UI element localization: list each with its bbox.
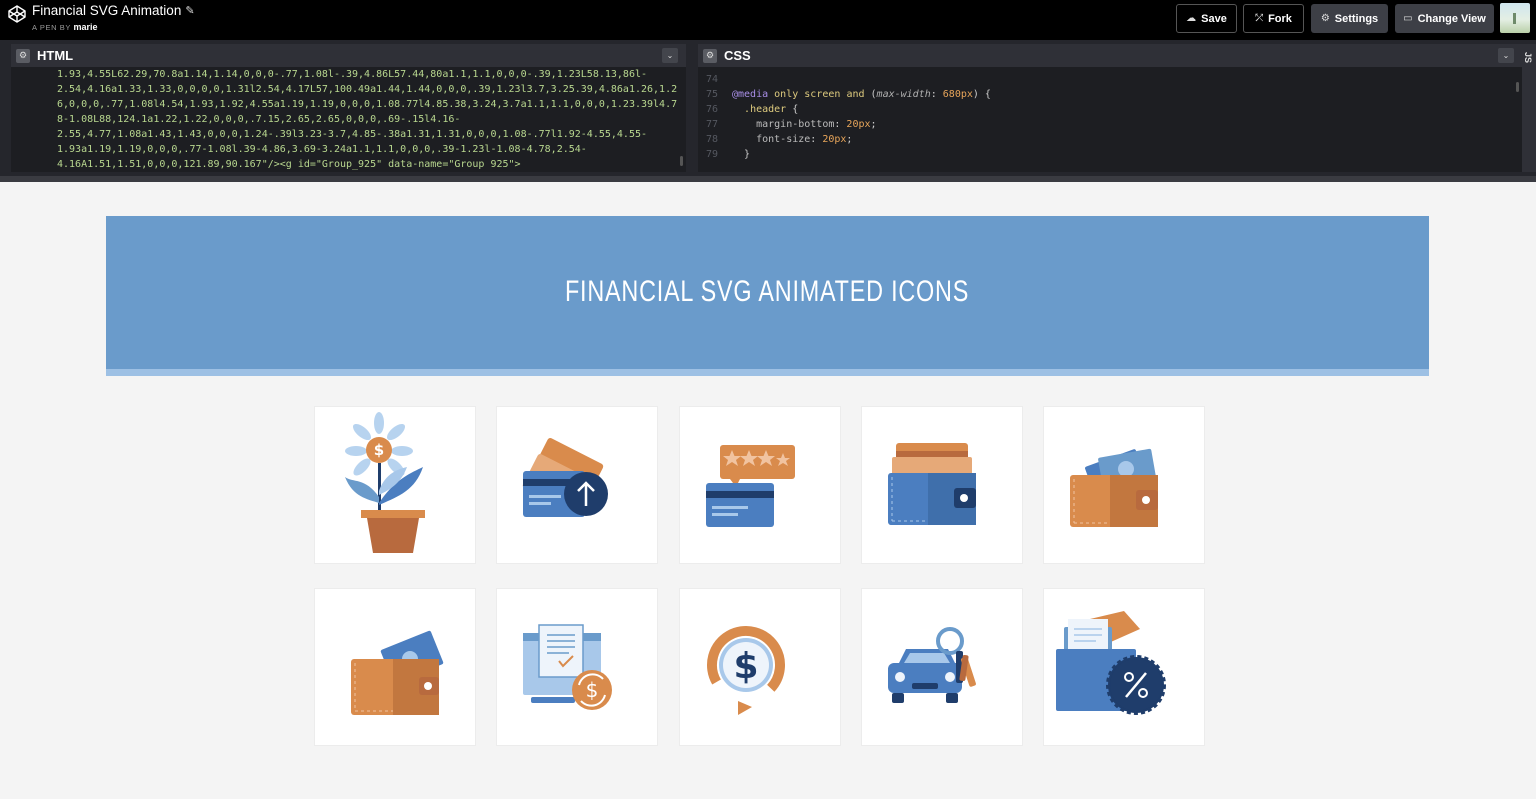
code-line: 74 [698, 72, 1522, 87]
code-token: screen [804, 89, 841, 100]
fork-button-label: Fork [1268, 12, 1292, 25]
code-token: } [744, 149, 751, 160]
css-editor-header: ⚙ CSS ⌄ [698, 44, 1522, 67]
html-editor-title: HTML [37, 48, 74, 63]
settings-button-label: Settings [1334, 12, 1379, 25]
line-number: 75 [706, 89, 719, 100]
preview-frame: FINANCIAL SVG ANIMATED ICONS $ $ $ [0, 182, 1536, 799]
header-title: FINANCIAL SVG ANIMATED ICONS [565, 274, 970, 308]
save-button-label: Save [1201, 12, 1227, 25]
code-token: and [846, 89, 865, 100]
code-line: 76 .header { [698, 102, 1522, 117]
pencil-edit-icon[interactable]: ✎ [185, 3, 194, 19]
code-line: 77 margin-bottom: 20px; [698, 117, 1522, 132]
wallet-cash-icon [1070, 448, 1158, 527]
line-number: 79 [706, 149, 719, 160]
editor-area: ⚙ HTML ⌄ 1.93,4.55L62.29,70.8a1.14,1.14,… [0, 40, 1536, 181]
change-view-button[interactable]: ▭ Change View [1395, 4, 1494, 33]
avatar[interactable] [1500, 3, 1530, 33]
byline-prefix: A PEN BY [32, 23, 71, 32]
css-scrollbar[interactable] [1516, 82, 1519, 92]
code-token: { [792, 104, 799, 115]
layout-icon: ▭ [1403, 13, 1413, 24]
money-plant-icon: $ [345, 412, 425, 553]
car-key-icon [888, 627, 976, 703]
change-view-button-label: Change View [1417, 12, 1486, 25]
pen-title-text: Financial SVG Animation [32, 3, 182, 18]
top-bar: Financial SVG Animation ✎ A PEN BY marie… [0, 0, 1536, 40]
svg-text:$: $ [733, 646, 758, 687]
css-editor-title: CSS [724, 48, 751, 63]
icon-card-wallet-bill[interactable] [314, 588, 476, 746]
code-token: 20px [846, 119, 871, 130]
code-token: font-size [756, 134, 811, 145]
css-settings-gear-icon[interactable]: ⚙ [703, 48, 717, 63]
code-line: 2.54,4.16a1.33,1.33,0,0,0,0,1.31l2.54,4.… [57, 84, 678, 95]
css-collapse-chevron-icon[interactable]: ⌄ [1498, 48, 1514, 63]
js-editor-tab[interactable]: JS [1522, 44, 1536, 172]
code-line: 78 font-size: 20px; [698, 132, 1522, 147]
code-line: 79 } [698, 147, 1522, 162]
code-token: margin-bottom [756, 119, 835, 130]
wallet-bill-icon [351, 630, 444, 715]
icon-card-car-key[interactable] [861, 588, 1023, 746]
html-editor-pane: ⚙ HTML ⌄ 1.93,4.55L62.29,70.8a1.14,1.14,… [11, 44, 686, 172]
wallet-cards-icon [888, 443, 976, 525]
svg-text:$: $ [586, 678, 599, 702]
line-number: 78 [706, 134, 719, 145]
icon-card-wallet-cards[interactable] [861, 406, 1023, 564]
cloud-icon: ☁ [1186, 13, 1197, 24]
fork-button[interactable]: ⤱ Fork [1243, 4, 1304, 33]
code-line: 75 @media only screen and (max-width: 68… [698, 87, 1522, 102]
html-collapse-chevron-icon[interactable]: ⌄ [662, 48, 678, 63]
html-code-area[interactable]: 1.93,4.55L62.29,70.8a1.14,1.14,0,0,0-.77… [11, 67, 686, 172]
html-editor-header: ⚙ HTML ⌄ [11, 44, 686, 67]
author-link[interactable]: marie [74, 22, 98, 32]
code-line: 1.93a1.19,1.19,0,0,0,.77-1.08l.39-4.86,3… [57, 144, 587, 155]
line-number: 74 [706, 74, 719, 85]
code-token: 20px [822, 134, 847, 145]
pen-byline: A PEN BY marie [32, 22, 195, 32]
icon-card-card-upload[interactable] [496, 406, 658, 564]
html-scrollbar[interactable] [680, 156, 683, 166]
save-button[interactable]: ☁ Save [1176, 4, 1237, 33]
pen-title[interactable]: Financial SVG Animation ✎ [32, 3, 195, 19]
pen-title-block: Financial SVG Animation ✎ A PEN BY marie [32, 3, 195, 32]
code-line: 1.93,4.55L62.29,70.8a1.14,1.14,0,0,0-.77… [57, 69, 648, 80]
css-editor-pane: ⚙ CSS ⌄ 74 75 @media only screen and (ma… [698, 44, 1522, 172]
code-line: 6,0,0,0,.77,1.08l4.54,1.93,1.92,4.55a1.1… [57, 99, 678, 110]
icon-card-invoice-exchange[interactable]: $ [496, 588, 658, 746]
icon-card-money-plant[interactable]: $ [314, 406, 476, 564]
css-code-area[interactable]: 74 75 @media only screen and (max-width:… [698, 67, 1522, 172]
line-number: 76 [706, 104, 719, 115]
invoice-exchange-icon: $ [523, 624, 612, 710]
js-tab-label: JS [1523, 52, 1533, 64]
icon-card-wallet-cash[interactable] [1043, 406, 1205, 564]
folder-discount-icon [1056, 611, 1166, 715]
code-token: max-width [876, 89, 931, 100]
code-token: @media [732, 89, 769, 100]
code-line: 8-1.08L88,124.1a1.22,1.22,0,0,0,.7.15,2.… [57, 114, 461, 125]
codepen-logo-icon[interactable] [7, 4, 27, 24]
settings-button[interactable]: ⚙ Settings [1311, 4, 1388, 33]
code-token: 680px [942, 89, 973, 100]
gear-icon: ⚙ [1320, 13, 1330, 24]
icon-card-dollar-refresh[interactable]: $ [679, 588, 841, 746]
html-settings-gear-icon[interactable]: ⚙ [16, 48, 30, 63]
dollar-refresh-icon: $ [707, 626, 785, 715]
card-upload-icon [522, 438, 608, 517]
fork-icon: ⤱ [1255, 13, 1264, 24]
preview-header: FINANCIAL SVG ANIMATED ICONS [106, 216, 1429, 376]
code-line: 2.55,4.77,1.08a1.43,1.43,0,0,0,1.24-.39l… [57, 129, 648, 140]
icon-card-card-rating[interactable] [679, 406, 841, 564]
icon-card-folder-discount[interactable] [1043, 588, 1205, 746]
svg-text:$: $ [374, 441, 384, 459]
code-token: only [774, 89, 799, 100]
code-token: .header [744, 104, 787, 115]
card-rating-icon [706, 445, 795, 527]
code-line: 4.16A1.51,1.51,0,0,0,121.89,90.167"/><g … [57, 159, 521, 170]
line-number: 77 [706, 119, 719, 130]
